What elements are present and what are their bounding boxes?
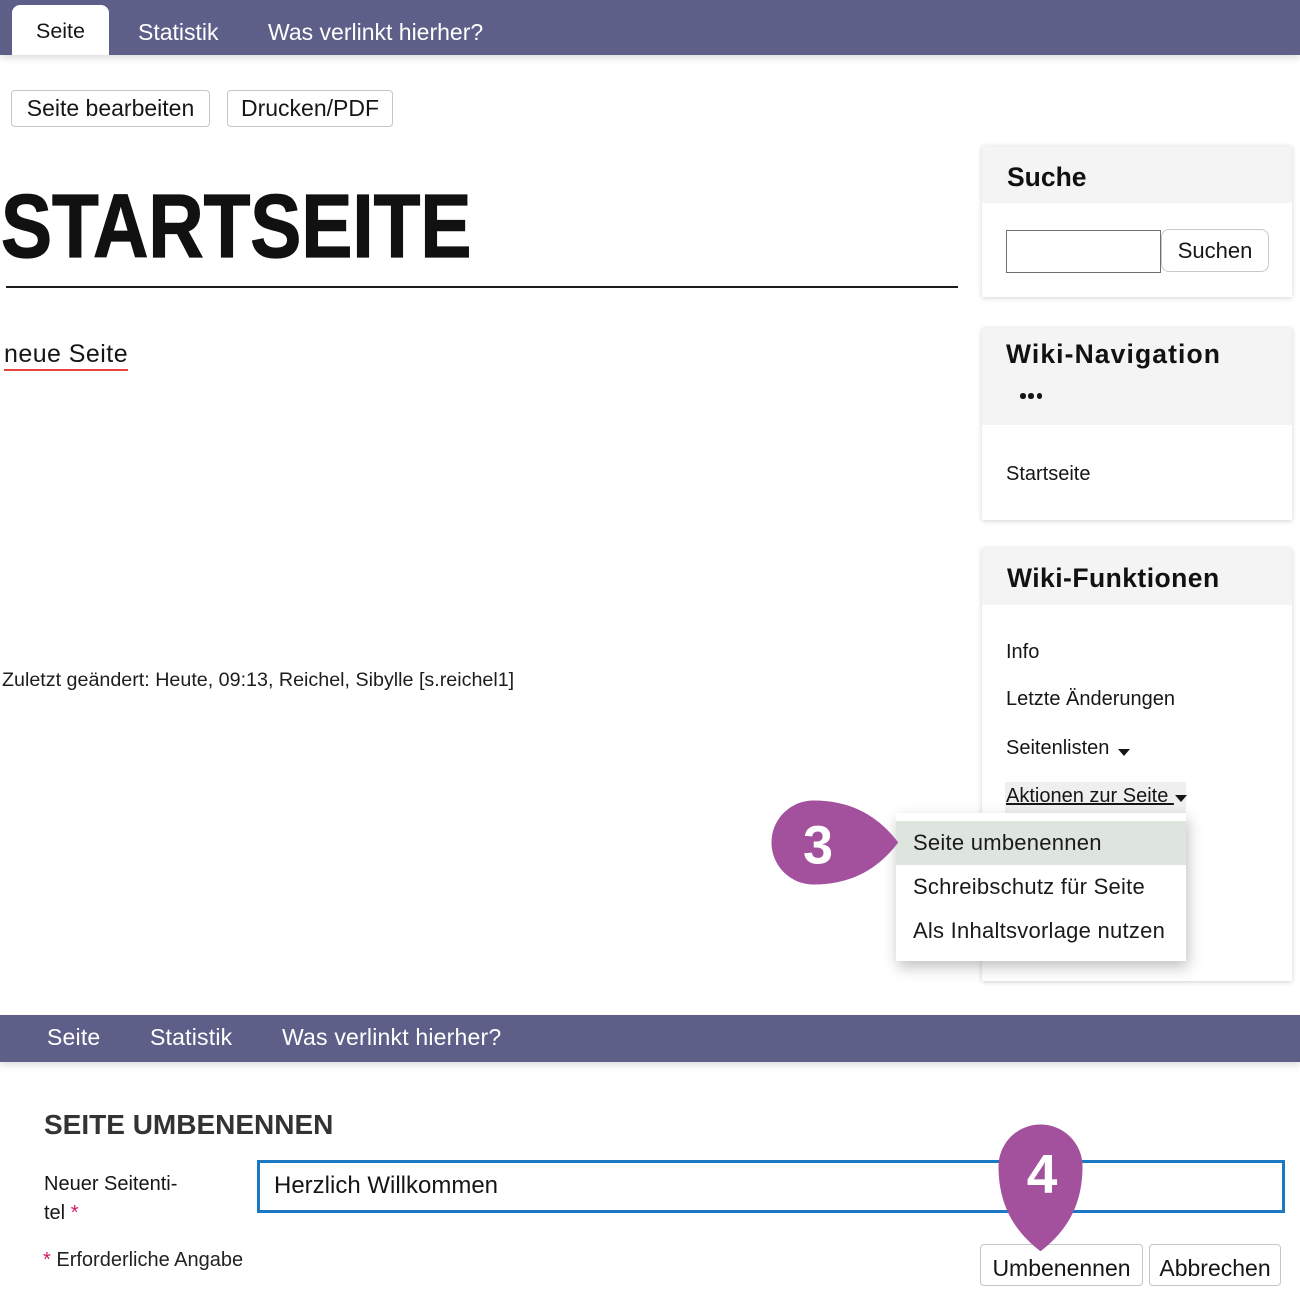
svg-text:3: 3 — [803, 816, 833, 876]
svg-text:4: 4 — [1027, 1143, 1058, 1205]
